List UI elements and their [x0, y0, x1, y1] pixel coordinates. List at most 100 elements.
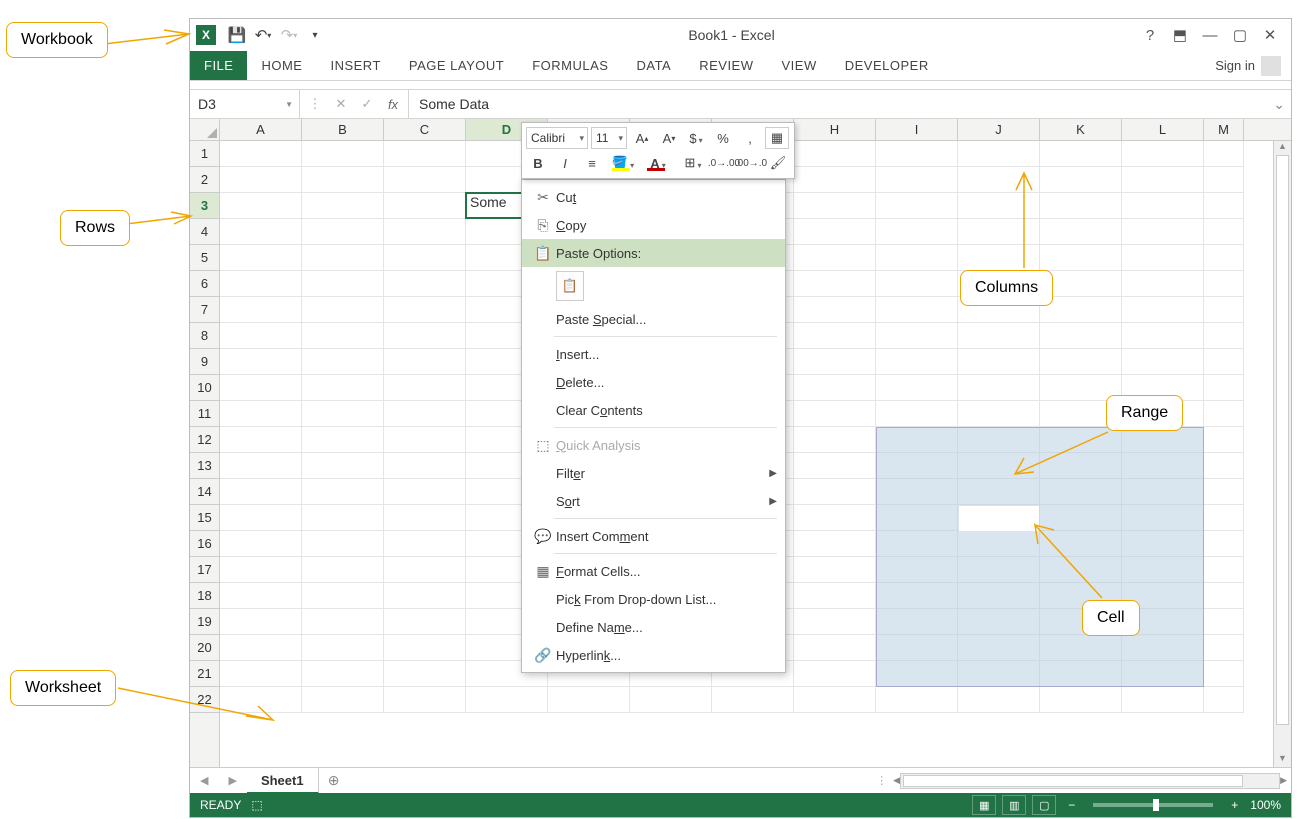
- menu-item-insert-comment[interactable]: 💬Insert Comment: [522, 522, 785, 550]
- zoom-out-icon[interactable]: −: [1062, 798, 1081, 812]
- row-header[interactable]: 1: [190, 141, 219, 167]
- row-header[interactable]: 8: [190, 323, 219, 349]
- menu-item-format-cells[interactable]: ▦Format Cells...: [522, 557, 785, 585]
- enter-entry-icon[interactable]: ✓: [358, 96, 376, 112]
- col-header[interactable]: K: [1040, 119, 1122, 140]
- row-header[interactable]: 12: [190, 427, 219, 453]
- qat-customize-icon[interactable]: ▾: [302, 22, 328, 48]
- row-header[interactable]: 10: [190, 375, 219, 401]
- comma-format-icon[interactable]: ,: [738, 127, 762, 149]
- vertical-scrollbar[interactable]: ▲ ▼: [1273, 141, 1291, 767]
- row-header[interactable]: 19: [190, 609, 219, 635]
- undo-icon[interactable]: ↶▾: [250, 22, 276, 48]
- menu-item-insert[interactable]: Insert...: [522, 340, 785, 368]
- font-color-icon[interactable]: A: [642, 152, 674, 174]
- save-icon[interactable]: 💾: [224, 22, 250, 48]
- row-header[interactable]: 14: [190, 479, 219, 505]
- formula-input[interactable]: Some Data: [409, 90, 1291, 118]
- format-painter-brush-icon[interactable]: 🖌: [766, 152, 790, 174]
- format-painter-icon[interactable]: ▦: [765, 127, 789, 149]
- col-header[interactable]: M: [1204, 119, 1244, 140]
- bold-icon[interactable]: B: [526, 152, 550, 174]
- decrease-font-icon[interactable]: A▾: [657, 127, 681, 149]
- row-header[interactable]: 16: [190, 531, 219, 557]
- vscroll-thumb[interactable]: [1276, 155, 1289, 725]
- tab-formulas[interactable]: FORMULAS: [518, 51, 622, 80]
- zoom-slider[interactable]: [1093, 803, 1213, 807]
- col-header[interactable]: A: [220, 119, 302, 140]
- horizontal-scrollbar[interactable]: ⋮ ◀ ▶: [349, 773, 1291, 789]
- row-header[interactable]: 2: [190, 167, 219, 193]
- col-header[interactable]: I: [876, 119, 958, 140]
- maximize-icon[interactable]: ▢: [1227, 24, 1253, 46]
- view-page-break-icon[interactable]: ▢: [1032, 795, 1056, 815]
- ribbon-display-icon[interactable]: ⬒: [1167, 24, 1193, 46]
- col-header[interactable]: L: [1122, 119, 1204, 140]
- tab-data[interactable]: DATA: [622, 51, 685, 80]
- increase-font-icon[interactable]: A▴: [630, 127, 654, 149]
- minimize-icon[interactable]: —: [1197, 24, 1223, 46]
- row-header[interactable]: 17: [190, 557, 219, 583]
- menu-item-pick-from-drop-down-list[interactable]: Pick From Drop-down List...: [522, 585, 785, 613]
- menu-item-define-name[interactable]: Define Name...: [522, 613, 785, 641]
- menu-item-filter[interactable]: Filter▶: [522, 459, 785, 487]
- redo-icon[interactable]: ↷▾: [276, 22, 302, 48]
- paste-default-icon[interactable]: 📋: [556, 271, 584, 301]
- row-header[interactable]: 11: [190, 401, 219, 427]
- row-header[interactable]: 18: [190, 583, 219, 609]
- name-box[interactable]: D3: [190, 90, 300, 118]
- col-header[interactable]: C: [384, 119, 466, 140]
- increase-decimal-icon[interactable]: .0→.00: [712, 152, 736, 174]
- menu-item-sort[interactable]: Sort▶: [522, 487, 785, 515]
- tab-file[interactable]: FILE: [190, 51, 247, 80]
- tab-insert[interactable]: INSERT: [316, 51, 394, 80]
- menu-item-delete[interactable]: Delete...: [522, 368, 785, 396]
- font-selector[interactable]: Calibri: [526, 127, 588, 149]
- col-header[interactable]: B: [302, 119, 384, 140]
- menu-item-clear-contents[interactable]: Clear Contents: [522, 396, 785, 424]
- row-header[interactable]: 7: [190, 297, 219, 323]
- close-icon[interactable]: ✕: [1257, 24, 1283, 46]
- col-header[interactable]: J: [958, 119, 1040, 140]
- macro-record-icon[interactable]: ⬚: [251, 798, 262, 812]
- row-header[interactable]: 15: [190, 505, 219, 531]
- menu-item-copy[interactable]: ⎘Copy: [522, 211, 785, 239]
- font-size-selector[interactable]: 11: [591, 127, 627, 149]
- tab-home[interactable]: HOME: [247, 51, 316, 80]
- fill-color-icon[interactable]: 🪣: [607, 152, 639, 174]
- align-center-icon[interactable]: ≡: [580, 152, 604, 174]
- tab-view[interactable]: VIEW: [768, 51, 831, 80]
- view-page-layout-icon[interactable]: ▥: [1002, 795, 1026, 815]
- view-normal-icon[interactable]: ▦: [972, 795, 996, 815]
- cancel-entry-icon[interactable]: ✕: [332, 96, 350, 112]
- sheet-nav-next-icon[interactable]: ▶: [218, 774, 246, 787]
- add-sheet-icon[interactable]: ⊕: [319, 772, 349, 789]
- menu-item-hyperlink[interactable]: 🔗Hyperlink...: [522, 641, 785, 669]
- menu-item-cut[interactable]: ✂Cut: [522, 183, 785, 211]
- tab-review[interactable]: REVIEW: [685, 51, 767, 80]
- row-header[interactable]: 13: [190, 453, 219, 479]
- sheet-tab[interactable]: Sheet1: [247, 768, 319, 794]
- percent-format-icon[interactable]: %: [711, 127, 735, 149]
- fb-more-icon[interactable]: ⋮: [306, 96, 324, 112]
- sign-in[interactable]: Sign in: [1205, 51, 1291, 80]
- sheet-nav-prev-icon[interactable]: ◀: [190, 774, 218, 787]
- zoom-level[interactable]: 100%: [1250, 798, 1281, 812]
- help-icon[interactable]: ?: [1137, 24, 1163, 46]
- italic-icon[interactable]: I: [553, 152, 577, 174]
- menu-item-paste-special[interactable]: Paste Special...: [522, 305, 785, 333]
- hscroll-thumb[interactable]: [903, 775, 1243, 787]
- select-all-corner[interactable]: [190, 119, 220, 140]
- insert-function-icon[interactable]: fx: [384, 97, 402, 112]
- accounting-format-icon[interactable]: $: [684, 127, 708, 149]
- tab-developer[interactable]: DEVELOPER: [831, 51, 943, 80]
- row-header[interactable]: 9: [190, 349, 219, 375]
- menu-item-paste-options[interactable]: 📋Paste Options:: [522, 239, 785, 267]
- col-header[interactable]: H: [794, 119, 876, 140]
- row-header[interactable]: 20: [190, 635, 219, 661]
- tab-page-layout[interactable]: PAGE LAYOUT: [395, 51, 518, 80]
- decrease-decimal-icon[interactable]: .00→.0: [739, 152, 763, 174]
- borders-icon[interactable]: ⊞: [677, 152, 709, 174]
- row-header[interactable]: 6: [190, 271, 219, 297]
- zoom-in-icon[interactable]: +: [1225, 798, 1244, 812]
